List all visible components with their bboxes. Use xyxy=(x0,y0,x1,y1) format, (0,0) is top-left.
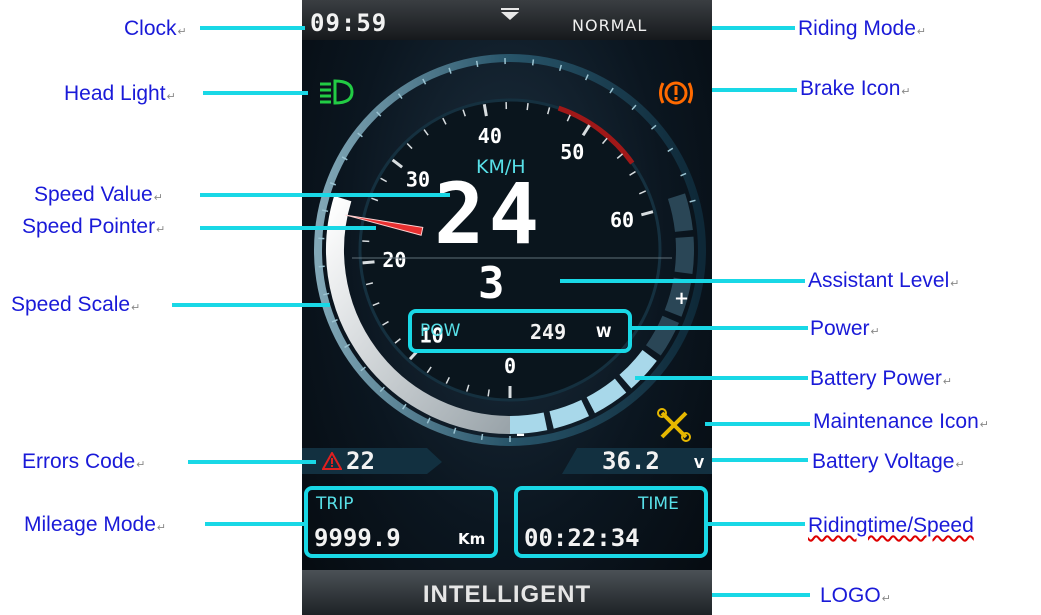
time-box: TIME 00:22:34 xyxy=(514,486,708,558)
time-value: 00:22:34 xyxy=(524,524,640,552)
callout-riding-mode: Riding Mode↵ xyxy=(798,17,927,40)
minor-tick xyxy=(487,389,490,397)
callout-maintenance-icon: Maintenance Icon↵ xyxy=(813,410,989,433)
speed-value: 24 xyxy=(434,165,544,263)
logo-text: INTELLIGENT xyxy=(422,581,592,608)
battery-segment xyxy=(549,399,590,429)
callout-speed-pointer: Speed Pointer↵ xyxy=(22,215,166,238)
battery-segment xyxy=(645,315,679,356)
scale-label-50: 50 xyxy=(560,140,584,164)
brake-icon xyxy=(656,78,696,108)
maintenance-icon xyxy=(657,408,691,442)
clock-value: 09:59 xyxy=(310,9,388,37)
scale-label-20: 20 xyxy=(382,248,406,272)
bike-display: 0 10 20 30 40 50 60 09:59 NORMAL KM/H 24… xyxy=(302,0,712,615)
assist-level-value: 3 xyxy=(478,258,505,309)
callout-battery-power: Battery Power↵ xyxy=(810,367,953,390)
trip-unit: Km xyxy=(458,530,486,548)
scale-label-60: 60 xyxy=(610,208,634,232)
scale-label-0: 0 xyxy=(504,354,516,378)
scale-label-30: 30 xyxy=(406,167,430,191)
ring-tick xyxy=(480,433,484,441)
battery-voltage-value: 36.2 xyxy=(602,447,660,475)
ring-tick xyxy=(475,60,479,67)
warning-icon xyxy=(322,452,342,470)
callout-brake-icon: Brake Icon↵ xyxy=(800,77,911,100)
power-box: POW 249 W xyxy=(408,309,632,353)
battery-segment xyxy=(586,378,627,414)
power-unit: W xyxy=(596,325,612,341)
battery-minus: – xyxy=(516,424,525,445)
power-label: POW xyxy=(420,321,461,341)
headlight-icon xyxy=(318,78,354,106)
callout-errors-code: Errors Code↵ xyxy=(22,450,146,473)
battery-segment xyxy=(619,349,657,389)
callout-assistant-level: Assistant Level↵ xyxy=(808,269,960,292)
callout-logo: LOGO↵ xyxy=(820,584,891,607)
scale-label-40: 40 xyxy=(478,124,502,148)
callout-battery-voltage: Battery Voltage↵ xyxy=(812,450,965,473)
callout-mileage-mode: Mileage Mode↵ xyxy=(24,513,167,536)
callout-clock: Clock↵ xyxy=(124,17,187,40)
ring-tick xyxy=(531,59,535,66)
riding-mode-value: NORMAL xyxy=(572,16,648,35)
trip-value: 9999.9 xyxy=(314,524,401,552)
ring-tick xyxy=(318,265,325,268)
trip-box: TRIP 9999.9 Km xyxy=(304,486,498,558)
error-code-value: 22 xyxy=(346,447,375,475)
battery-plus: + xyxy=(674,288,690,309)
major-tick xyxy=(362,260,375,265)
battery-segment xyxy=(667,193,693,233)
callout-speed-value: Speed Value↵ xyxy=(34,183,163,206)
logo-bar: INTELLIGENT xyxy=(302,570,712,615)
callout-power: Power↵ xyxy=(810,317,880,340)
battery-segment xyxy=(674,236,694,275)
callout-ridingtime-speed: Ridingtime/Speed xyxy=(808,514,974,537)
callout-speed-scale: Speed Scale↵ xyxy=(11,293,141,316)
minor-tick xyxy=(526,103,529,111)
callout-head-light: Head Light↵ xyxy=(64,82,176,105)
menu-down-icon xyxy=(501,12,519,20)
trip-label: TRIP xyxy=(316,494,354,514)
power-value: 249 xyxy=(530,320,567,344)
time-label: TIME xyxy=(638,494,679,514)
voltage-unit: V xyxy=(694,457,705,472)
major-tick xyxy=(482,103,488,117)
